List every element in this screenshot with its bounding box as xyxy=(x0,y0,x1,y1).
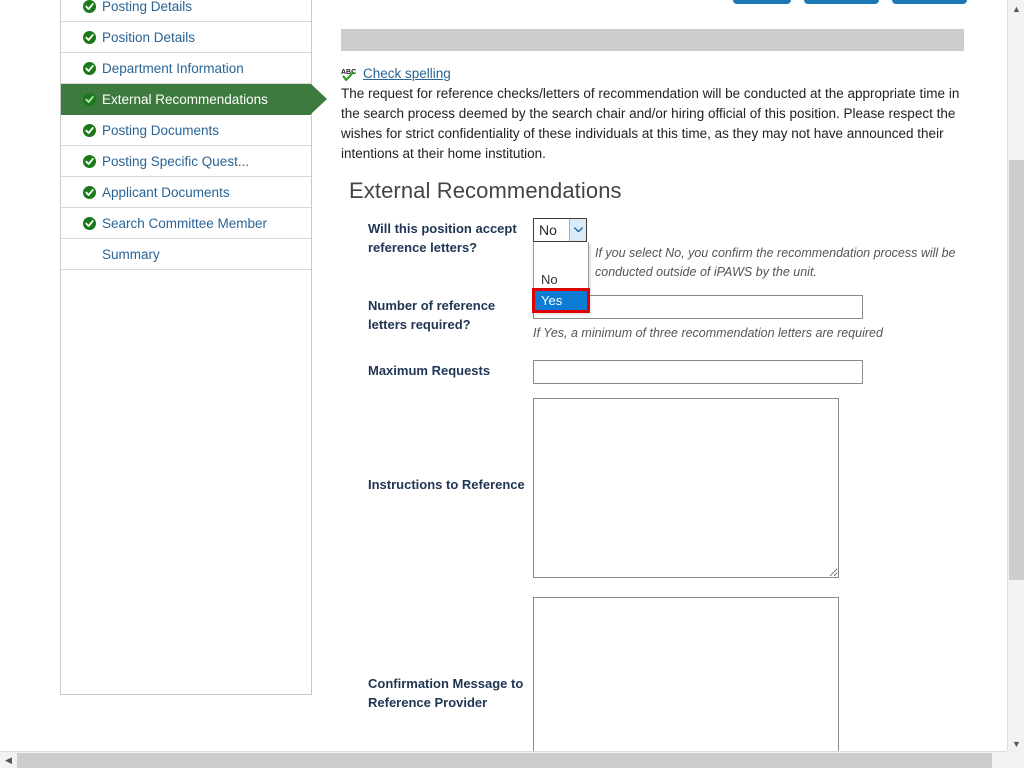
sidebar-item-posting-specific-questions[interactable]: Posting Specific Quest... xyxy=(61,146,311,177)
field-label: Maximum Requests xyxy=(368,363,491,378)
browser-viewport: Save << Prev Next >> Posting Details Pos… xyxy=(0,0,1024,768)
field-maximum-requests: Maximum Requests xyxy=(341,360,966,384)
sidebar-item-label: Summary xyxy=(102,246,160,262)
check-circle-icon xyxy=(83,30,96,44)
scroll-down-icon[interactable]: ▼ xyxy=(1008,735,1024,752)
horizontal-scrollbar[interactable]: ◀ ▶ xyxy=(0,751,1024,768)
scrollbar-corner xyxy=(1007,751,1024,768)
posting-progress-sidebar: Posting Details Position Details Departm… xyxy=(60,0,327,695)
sidebar-item-label: External Recommendations xyxy=(102,91,268,107)
accept-letters-dropdown-list[interactable]: No Yes xyxy=(532,242,590,313)
sidebar-item-external-recommendations[interactable]: External Recommendations xyxy=(61,84,327,115)
dropdown-option-blank[interactable] xyxy=(534,242,588,269)
external-recommendations-form: Will this position accept reference lett… xyxy=(341,218,966,768)
main-content: ABC Check spelling The request for refer… xyxy=(341,0,966,768)
accept-letters-selected-value: No xyxy=(539,222,557,238)
section-placeholder-bar xyxy=(341,29,964,51)
accept-letters-select-wrap: No No Yes xyxy=(532,218,590,313)
sidebar-item-applicant-documents[interactable]: Applicant Documents xyxy=(61,177,311,208)
sidebar-item-summary[interactable]: Summary xyxy=(61,239,311,270)
abc-checkmark-icon: ABC xyxy=(341,67,358,81)
dropdown-option-yes[interactable]: Yes xyxy=(532,288,590,313)
sidebar-item-label: Posting Documents xyxy=(102,122,220,138)
check-spelling-link[interactable]: Check spelling xyxy=(363,66,451,81)
field-accept-reference-letters: Will this position accept reference lett… xyxy=(341,218,966,313)
field-label: Instructions to Reference xyxy=(368,477,525,492)
sidebar-item-department-information[interactable]: Department Information xyxy=(61,53,311,84)
sidebar-item-position-details[interactable]: Position Details xyxy=(61,22,311,53)
sidebar-item-label: Posting Specific Quest... xyxy=(102,153,250,169)
check-circle-icon xyxy=(83,0,96,13)
sidebar-item-label: Search Committee Member xyxy=(102,215,268,231)
check-circle-icon xyxy=(83,154,96,168)
check-circle-icon xyxy=(83,216,96,230)
number-of-letters-help-text: If Yes, a minimum of three recommendatio… xyxy=(533,326,883,340)
check-circle-icon xyxy=(83,185,96,199)
active-step-arrow-icon xyxy=(311,84,327,114)
vertical-scrollbar-thumb[interactable] xyxy=(1009,160,1024,580)
sidebar-item-posting-documents[interactable]: Posting Documents xyxy=(61,115,311,146)
horizontal-scrollbar-thumb[interactable] xyxy=(17,753,992,768)
intro-paragraph: The request for reference checks/letters… xyxy=(341,86,960,161)
check-circle-icon xyxy=(83,92,96,106)
check-circle-icon xyxy=(83,61,96,75)
sidebar-item-label: Department Information xyxy=(102,60,244,76)
page-title: External Recommendations xyxy=(349,178,622,203)
dropdown-option-no[interactable]: No xyxy=(534,269,588,290)
field-instructions-to-reference: Instructions to Reference xyxy=(341,398,966,578)
scroll-left-icon[interactable]: ◀ xyxy=(0,752,17,768)
field-label: Confirmation Message to Reference Provid… xyxy=(368,676,524,710)
field-confirmation-message: Confirmation Message to Reference Provid… xyxy=(341,597,966,768)
field-label: Will this position accept reference lett… xyxy=(368,221,517,255)
check-circle-icon xyxy=(83,123,96,137)
instructions-to-reference-textarea[interactable] xyxy=(533,398,839,578)
scroll-up-icon[interactable]: ▲ xyxy=(1008,0,1024,17)
confirmation-message-textarea[interactable] xyxy=(533,597,839,768)
sidebar-item-search-committee-member[interactable]: Search Committee Member xyxy=(61,208,311,239)
chevron-down-icon[interactable] xyxy=(569,219,586,241)
sidebar-item-posting-details[interactable]: Posting Details xyxy=(61,0,311,22)
accept-letters-select[interactable]: No xyxy=(533,218,587,242)
sidebar-item-label: Applicant Documents xyxy=(102,184,230,200)
sidebar-item-label: Position Details xyxy=(102,29,196,45)
field-label: Number of reference letters required? xyxy=(368,298,496,332)
accept-letters-help-text: If you select No, you confirm the recomm… xyxy=(595,246,956,279)
check-spelling-row: ABC Check spelling xyxy=(341,66,966,81)
field-number-of-letters: Number of reference letters required? If… xyxy=(341,295,966,343)
maximum-requests-input[interactable] xyxy=(533,360,863,384)
vertical-scrollbar[interactable]: ▲ ▼ xyxy=(1007,0,1024,752)
sidebar-item-label: Posting Details xyxy=(102,0,193,14)
